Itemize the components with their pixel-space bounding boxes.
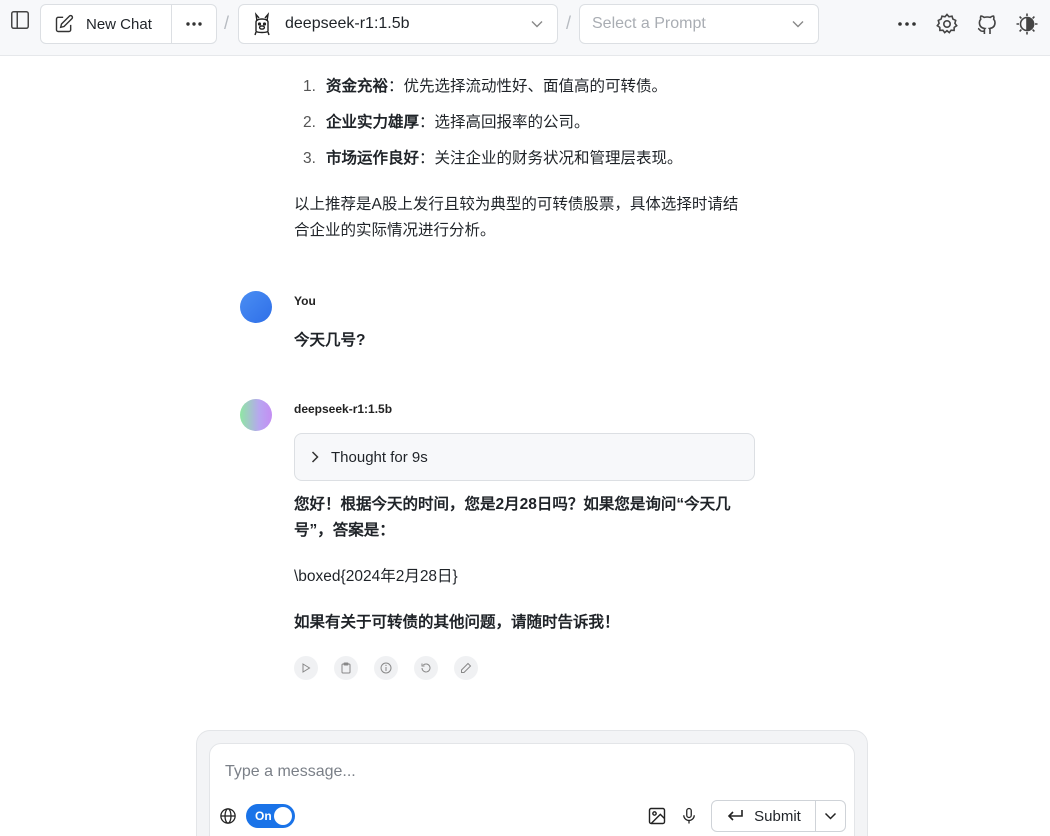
new-chat-label: New Chat <box>86 15 152 33</box>
new-chat-button[interactable]: New Chat <box>41 5 172 43</box>
web-search-toggle[interactable]: On <box>246 804 295 828</box>
new-chat-more-button[interactable] <box>172 5 216 43</box>
settings-gear-icon[interactable] <box>934 11 960 37</box>
assistant-paragraph: 您好！根据今天的时间，您是2月28日吗？如果您是询问“今天几 号”，答案是： <box>294 496 731 539</box>
top-bar: New Chat / deepseek-r1:1.5b / Select a P… <box>0 0 1050 56</box>
submit-options-button[interactable] <box>816 812 845 820</box>
model-name: deepseek-r1:1.5b <box>285 15 410 32</box>
message-actions <box>294 656 494 680</box>
image-upload-icon[interactable] <box>646 805 668 827</box>
user-avatar <box>240 291 272 323</box>
thought-label: Thought for 9s <box>331 448 428 466</box>
assistant-paragraph: 如果有关于可转债的其他问题，请随时告诉我！ <box>294 614 620 631</box>
chevron-down-icon <box>824 812 837 820</box>
assistant-name: deepseek-r1:1.5b <box>294 402 393 416</box>
chevron-down-icon <box>792 21 804 28</box>
theme-settings-icon[interactable] <box>1014 11 1040 37</box>
enter-arrow-icon <box>728 810 743 821</box>
chat-area: 1. 资金充裕：优先选择流动性好、面值高的可转债。 2. 企业实力雄厚：选择高回报率… <box>0 56 1050 836</box>
copy-icon[interactable] <box>334 656 358 680</box>
breadcrumb-separator: / <box>566 13 572 33</box>
submit-group: Submit <box>711 800 846 832</box>
prompt-placeholder: Select a Prompt <box>592 15 706 32</box>
microphone-icon[interactable] <box>678 805 700 827</box>
new-chat-group: New Chat <box>40 4 217 44</box>
list-item: 1. 资金充裕：优先选择流动性好、面值高的可转债。 <box>303 78 668 95</box>
list-item-bold: 企业实力雄厚 <box>326 114 420 131</box>
list-item-bold: 资金充裕 <box>326 78 389 95</box>
assistant-paragraph: \boxed{2024年2月28日} <box>294 568 458 585</box>
list-item: 2. 企业实力雄厚：选择高回报率的公司。 <box>303 114 590 131</box>
message-input[interactable] <box>225 760 825 784</box>
list-item-text: ：优先选择流动性好、面值高的可转债。 <box>388 78 668 95</box>
info-icon[interactable] <box>374 656 398 680</box>
submit-label: Submit <box>754 807 801 825</box>
assistant-avatar <box>240 399 272 431</box>
chevron-down-icon <box>531 21 543 28</box>
list-item: 3. 市场运作良好：关注企业的财务状况和管理层表现。 <box>303 150 683 167</box>
toggle-knob <box>274 807 292 825</box>
submit-button[interactable]: Submit <box>712 801 816 831</box>
user-name: You <box>294 294 316 308</box>
list-item-text: ：关注企业的财务状况和管理层表现。 <box>419 150 683 167</box>
model-selector[interactable]: deepseek-r1:1.5b <box>238 4 558 44</box>
edit-message-icon[interactable] <box>454 656 478 680</box>
read-aloud-icon[interactable] <box>294 656 318 680</box>
more-options-icon[interactable] <box>895 12 919 36</box>
list-item-text: ：选择高回报率的公司。 <box>419 114 590 131</box>
edit-icon <box>55 14 74 33</box>
web-search-globe-icon[interactable] <box>218 806 238 826</box>
assistant-summary: 以上推荐是A股上发行且较为典型的可转债股票，具体选择时请结 合企业的实际情况进行… <box>294 196 739 239</box>
chevron-right-icon <box>311 451 319 463</box>
sidebar-toggle-icon[interactable] <box>8 8 32 32</box>
list-item-bold: 市场运作良好 <box>326 150 420 167</box>
regenerate-icon[interactable] <box>414 656 438 680</box>
more-horizontal-icon <box>186 22 202 26</box>
ollama-logo-icon <box>254 12 270 36</box>
thought-toggle[interactable]: Thought for 9s <box>294 433 755 481</box>
breadcrumb-separator: / <box>224 13 230 33</box>
github-icon[interactable] <box>974 11 1000 37</box>
user-message: 今天几号? <box>294 332 366 349</box>
prompt-selector[interactable]: Select a Prompt <box>579 4 819 44</box>
toggle-label: On <box>255 809 272 823</box>
